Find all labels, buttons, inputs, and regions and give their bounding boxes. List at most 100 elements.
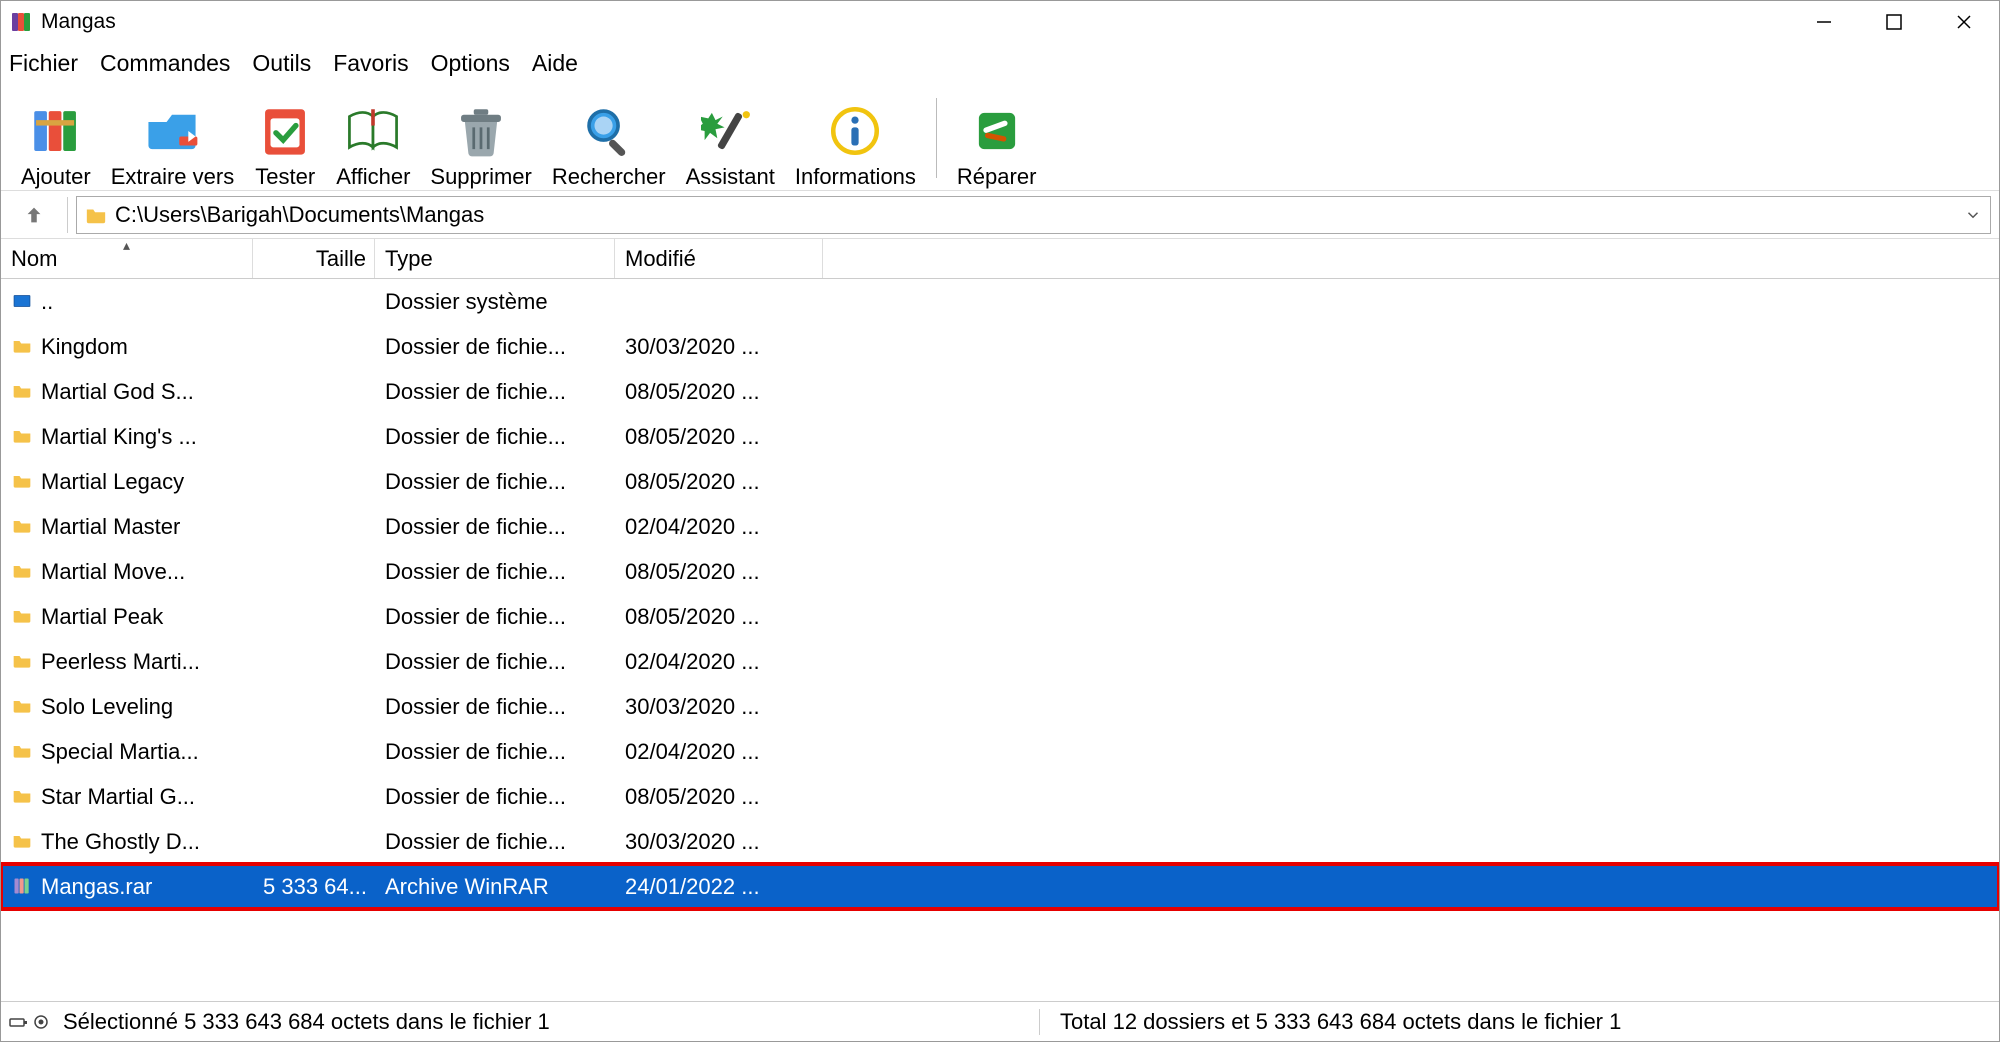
file-date: 08/05/2020 ... <box>615 424 823 450</box>
folder-icon <box>11 561 33 583</box>
chevron-down-icon[interactable] <box>1964 206 1982 224</box>
file-name: Martial Master <box>41 514 180 540</box>
minimize-button[interactable] <box>1789 1 1859 43</box>
folder-icon <box>11 471 33 493</box>
file-type: Dossier système <box>375 289 615 315</box>
table-row[interactable]: Martial Move... Dossier de fichie...08/05… <box>1 549 1999 594</box>
maximize-button[interactable] <box>1859 1 1929 43</box>
list-header: ▴ Nom Taille Type Modifié <box>1 239 1999 279</box>
close-button[interactable] <box>1929 1 1999 43</box>
file-type: Dossier de fichie... <box>375 784 615 810</box>
toolbar-extract[interactable]: Extraire vers <box>101 85 244 190</box>
file-type: Archive WinRAR <box>375 874 615 900</box>
folder-icon <box>11 831 33 853</box>
file-date: 08/05/2020 ... <box>615 379 823 405</box>
table-row[interactable]: Special Martia...Dossier de fichie...02/… <box>1 729 1999 774</box>
search-icon <box>578 100 640 162</box>
file-type: Dossier de fichie... <box>375 469 615 495</box>
table-row[interactable]: Martial LegacyDossier de fichie...08/05/… <box>1 459 1999 504</box>
table-row[interactable]: Mangas.rar 5 333 64...Archive WinRAR24/01… <box>1 864 1999 909</box>
file-type: Dossier de fichie... <box>375 379 615 405</box>
table-row[interactable]: The Ghostly D...Dossier de fichie...30/0… <box>1 819 1999 864</box>
table-row[interactable]: Martial PeakDossier de fichie...08/05/20… <box>1 594 1999 639</box>
window-title: Mangas <box>41 10 116 34</box>
file-type: Dossier de fichie... <box>375 739 615 765</box>
table-row[interactable]: Martial MasterDossier de fichie...02/04/… <box>1 504 1999 549</box>
toolbar-test[interactable]: Tester <box>244 85 326 190</box>
file-date: 08/05/2020 ... <box>615 469 823 495</box>
folder-icon <box>11 741 33 763</box>
file-date: 24/01/2022 ... <box>615 874 823 900</box>
file-type: Dossier de fichie... <box>375 559 615 585</box>
table-row[interactable]: ..Dossier système <box>1 279 1999 324</box>
app-icon <box>9 10 33 34</box>
title-bar: Mangas <box>1 1 1999 43</box>
col-header-modified-label: Modifié <box>625 246 696 272</box>
file-date: 30/03/2020 ... <box>615 334 823 360</box>
folder-icon <box>11 651 33 673</box>
file-name: Kingdom <box>41 334 128 360</box>
trash-icon <box>450 100 512 162</box>
folder-icon <box>11 696 33 718</box>
file-list[interactable]: ..Dossier système Kingdom Dossier de fichi… <box>1 279 1999 1001</box>
table-row[interactable]: Peerless Marti...Dossier de fichie...02/… <box>1 639 1999 684</box>
file-date: 08/05/2020 ... <box>615 559 823 585</box>
folder-icon <box>11 516 33 538</box>
path-box[interactable]: C:\Users\Barigah\Documents\Mangas <box>76 196 1991 234</box>
toolbar-extract-label: Extraire vers <box>111 164 234 190</box>
toolbar-delete[interactable]: Supprimer <box>420 85 541 190</box>
path-separator <box>67 197 68 233</box>
col-header-modified[interactable]: Modifié <box>615 239 823 278</box>
up-button[interactable] <box>9 204 59 226</box>
repair-icon <box>966 100 1028 162</box>
menu-commands[interactable]: Commandes <box>100 50 230 77</box>
wand-icon <box>699 100 761 162</box>
file-type: Dossier de fichie... <box>375 649 615 675</box>
table-row[interactable]: Kingdom Dossier de fichie...30/03/2020 ..… <box>1 324 1999 369</box>
file-name: Martial King's ... <box>41 424 197 450</box>
file-size: 5 333 64... <box>253 874 375 900</box>
menu-file[interactable]: Fichier <box>9 50 78 77</box>
file-date: 30/03/2020 ... <box>615 829 823 855</box>
col-header-size-label: Taille <box>316 246 366 272</box>
file-date: 02/04/2020 ... <box>615 739 823 765</box>
folder-icon <box>11 426 33 448</box>
toolbar-find[interactable]: Rechercher <box>542 85 676 190</box>
menu-bar: Fichier Commandes Outils Favoris Options… <box>1 43 1999 83</box>
toolbar-view[interactable]: Afficher <box>326 85 420 190</box>
file-type: Dossier de fichie... <box>375 334 615 360</box>
file-date: 02/04/2020 ... <box>615 514 823 540</box>
toolbar-repair[interactable]: Réparer <box>947 85 1046 190</box>
toolbar-wizard[interactable]: Assistant <box>676 85 785 190</box>
path-bar: C:\Users\Barigah\Documents\Mangas <box>1 191 1999 239</box>
toolbar-add-label: Ajouter <box>21 164 91 190</box>
menu-options[interactable]: Options <box>431 50 510 77</box>
table-row[interactable]: Martial God S...Dossier de fichie...08/0… <box>1 369 1999 414</box>
file-type: Dossier de fichie... <box>375 694 615 720</box>
table-row[interactable]: Star Martial G...Dossier de fichie...08/… <box>1 774 1999 819</box>
col-header-size[interactable]: Taille <box>253 239 375 278</box>
file-date: 08/05/2020 ... <box>615 604 823 630</box>
menu-fav[interactable]: Favoris <box>333 50 408 77</box>
col-header-name-label: Nom <box>11 246 57 272</box>
file-date: 30/03/2020 ... <box>615 694 823 720</box>
toolbar-info[interactable]: Informations <box>785 85 926 190</box>
col-header-name[interactable]: ▴ Nom <box>1 239 253 278</box>
file-name: Solo Leveling <box>41 694 173 720</box>
file-name: Martial Move... <box>41 559 185 585</box>
menu-help[interactable]: Aide <box>532 50 578 77</box>
folder-icon <box>11 381 33 403</box>
menu-tools[interactable]: Outils <box>252 50 311 77</box>
folder-icon <box>11 606 33 628</box>
book-open-icon <box>342 100 404 162</box>
status-left: Sélectionné 5 333 643 684 octets dans le… <box>57 1009 1039 1035</box>
file-name: Mangas.rar <box>41 874 152 900</box>
table-row[interactable]: Martial King's ... Dossier de fichie...08… <box>1 414 1999 459</box>
toolbar-add[interactable]: Ajouter <box>11 85 101 190</box>
folder-icon <box>11 786 33 808</box>
table-row[interactable]: Solo Leveling Dossier de fichie...30/03/2… <box>1 684 1999 729</box>
status-icons <box>1 1014 57 1030</box>
file-date: 02/04/2020 ... <box>615 649 823 675</box>
file-type: Dossier de fichie... <box>375 424 615 450</box>
col-header-type[interactable]: Type <box>375 239 615 278</box>
